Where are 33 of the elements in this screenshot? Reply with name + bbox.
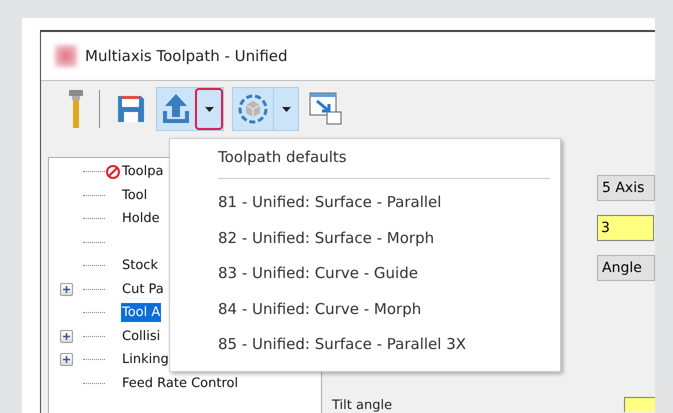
option-button[interactable]: 5 Axis bbox=[597, 175, 655, 201]
view-split-button[interactable] bbox=[232, 87, 299, 131]
expand-icon[interactable] bbox=[60, 353, 72, 366]
menu-item[interactable]: 82 - Unified: Surface - Morph bbox=[170, 220, 560, 256]
option-button[interactable]: Angle bbox=[597, 255, 655, 281]
menu-item[interactable]: 83 - Unified: Curve - Guide bbox=[170, 256, 560, 292]
tree-item[interactable]: Holde bbox=[121, 209, 161, 228]
upload-icon bbox=[161, 93, 191, 125]
expand-icon[interactable] bbox=[60, 282, 72, 296]
tree-item[interactable]: Collisi bbox=[121, 326, 162, 346]
save-icon bbox=[116, 94, 146, 124]
tree-item[interactable]: Cut Pa bbox=[121, 280, 165, 299]
tree-item[interactable]: Toolpa bbox=[121, 162, 164, 182]
menu-item[interactable]: 84 - Unified: Curve - Morph bbox=[170, 292, 560, 327]
tree-item[interactable]: Feed Rate Control bbox=[121, 374, 240, 393]
window-arrow-icon bbox=[309, 92, 343, 126]
menu-item[interactable]: 85 - Unified: Surface - Parallel 3X bbox=[170, 327, 560, 362]
menu-item[interactable]: Toolpath defaults bbox=[170, 145, 560, 169]
input-field[interactable]: 3 bbox=[597, 215, 654, 241]
tool-button[interactable] bbox=[67, 88, 85, 130]
tree-item[interactable]: Linking bbox=[121, 350, 170, 370]
window-title: Multiaxis Toolpath - Unified bbox=[85, 47, 288, 65]
cube-icon bbox=[237, 93, 269, 125]
app-icon bbox=[55, 45, 77, 67]
tree-item[interactable]: Tool bbox=[121, 186, 148, 205]
expand-icon[interactable] bbox=[60, 330, 72, 343]
tool-icon bbox=[69, 90, 83, 128]
tilt-angle-label: Tilt angle bbox=[332, 399, 392, 412]
tree-item[interactable]: Stock bbox=[121, 256, 159, 276]
upload-split-button[interactable] bbox=[156, 87, 224, 131]
menu-item[interactable]: 81 - Unified: Surface - Parallel bbox=[170, 185, 560, 220]
caret-icon[interactable] bbox=[195, 88, 223, 130]
tree-item[interactable]: Tool A bbox=[121, 303, 162, 322]
